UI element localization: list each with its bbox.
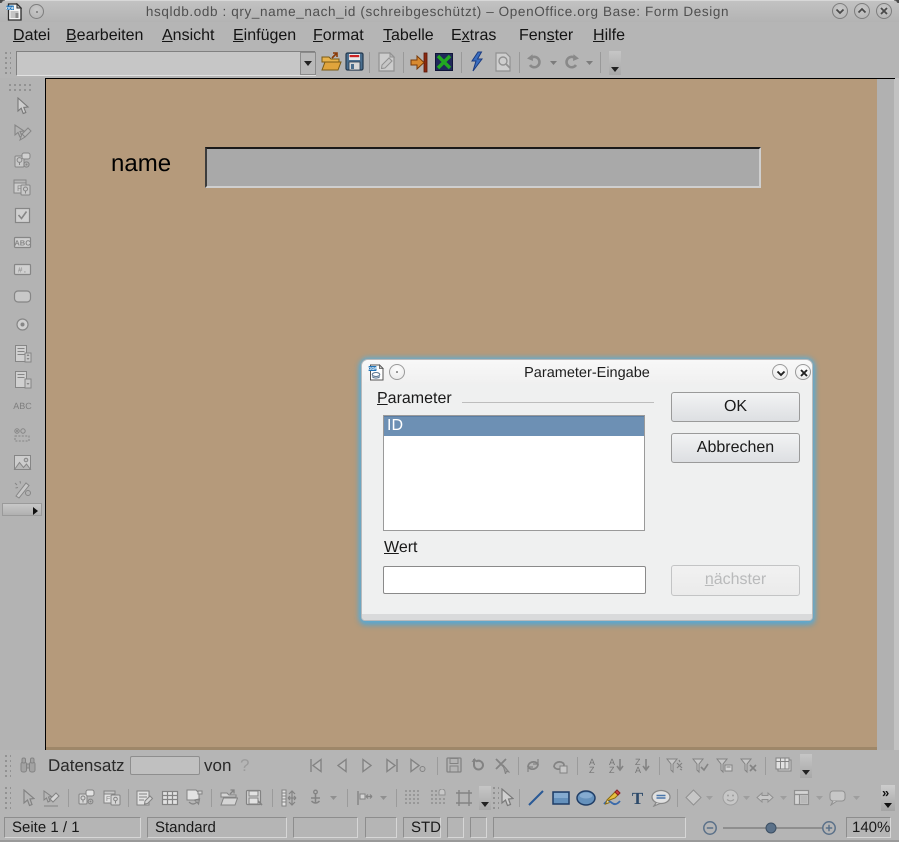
svg-text:ODF: ODF (6, 6, 15, 10)
svg-text:A: A (635, 765, 641, 774)
svg-text:F: F (106, 796, 110, 803)
svg-text:Z: Z (609, 765, 615, 774)
svg-text:#.: #. (18, 267, 28, 276)
svg-text:ODF: ODF (368, 366, 377, 371)
svg-text:Z: Z (589, 765, 595, 774)
svg-text:T: T (632, 789, 644, 807)
svg-text:ABC: ABC (13, 401, 32, 411)
svg-text:ABC: ABC (14, 239, 31, 248)
